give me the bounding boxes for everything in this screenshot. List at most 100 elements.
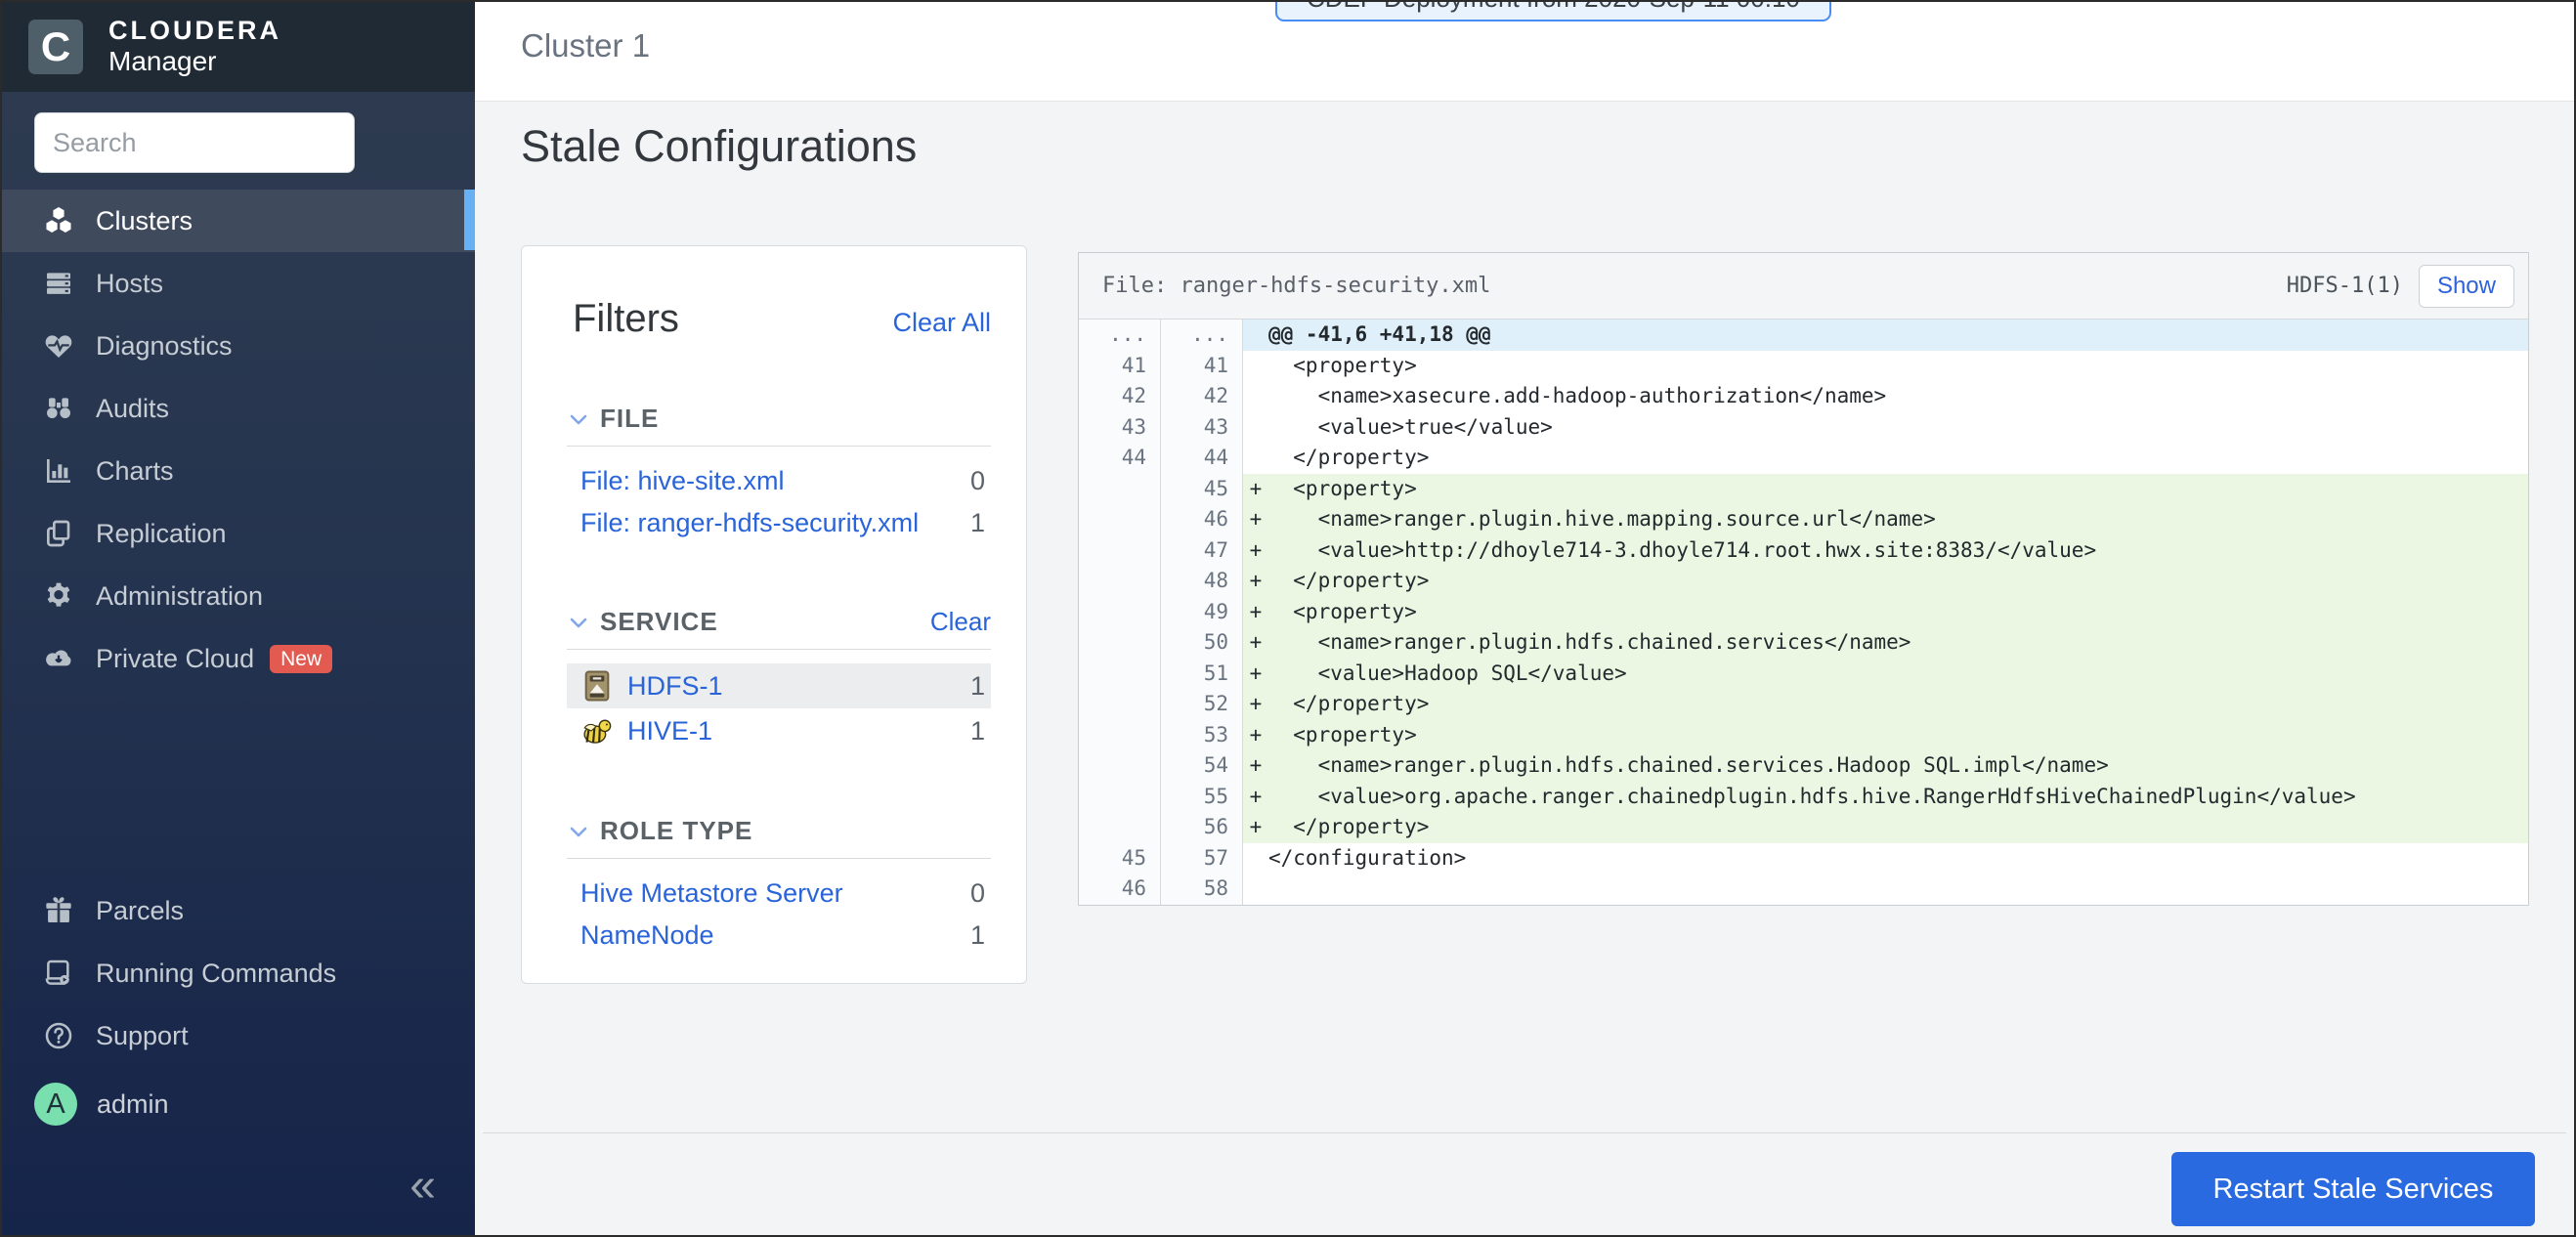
restart-stale-services-button[interactable]: Restart Stale Services	[2171, 1152, 2535, 1226]
filters-panel: Filters Clear All FILE File: hive-site.xm…	[521, 245, 1027, 984]
sidebar-item-diagnostics[interactable]: Diagnostics	[2, 315, 475, 377]
diff-scope-label: HDFS-1(1)	[2287, 274, 2403, 298]
sidebar-item-admin[interactable]: A admin	[2, 1073, 475, 1135]
clusters-icon	[41, 205, 76, 236]
filter-section-title: FILE	[600, 404, 991, 434]
old-line-number: 41	[1079, 351, 1161, 382]
filter-item-namenode[interactable]: NameNode1	[567, 915, 991, 957]
filter-count: 1	[970, 920, 985, 951]
sidebar-item-label: Running Commands	[96, 959, 336, 989]
old-line-number: 42	[1079, 381, 1161, 412]
charts-icon	[41, 455, 76, 487]
filter-link[interactable]: NameNode	[580, 920, 970, 951]
new-line-number: 58	[1161, 874, 1243, 905]
sidebar-item-replication[interactable]: Replication	[2, 502, 475, 565]
diff-line-content: + <name>ranger.plugin.hdfs.chained.servi…	[1243, 627, 2528, 659]
diff-line-content: + </property>	[1243, 689, 2528, 720]
filter-link[interactable]: Hive Metastore Server	[580, 878, 970, 909]
new-line-number: ...	[1161, 320, 1243, 351]
diff-header: File: ranger-hdfs-security.xml HDFS-1(1)…	[1079, 253, 2528, 320]
audits-icon	[41, 393, 76, 424]
sidebar-item-label: Audits	[96, 394, 169, 424]
brand-name: CLOUDERA	[108, 16, 281, 46]
diff-line-content: + <property>	[1243, 474, 2528, 505]
new-line-number: 49	[1161, 597, 1243, 628]
new-line-number: 45	[1161, 474, 1243, 505]
sidebar-item-audits[interactable]: Audits	[2, 377, 475, 440]
diff-line-content: + <value>Hadoop SQL</value>	[1243, 659, 2528, 690]
sidebar-item-parcels[interactable]: Parcels	[2, 879, 475, 942]
diff-row: 4557</configuration>	[1079, 843, 2528, 874]
diff-line-content	[1243, 874, 2528, 905]
filter-link[interactable]: File: ranger-hdfs-security.xml	[580, 508, 970, 538]
filter-item-hive-metastore-server[interactable]: Hive Metastore Server0	[567, 873, 991, 915]
clear-all-link[interactable]: Clear All	[892, 308, 991, 338]
cloudera-logo-icon[interactable]: C	[28, 20, 83, 74]
new-line-number: 52	[1161, 689, 1243, 720]
diff-row: 4343 <value>true</value>	[1079, 412, 2528, 444]
old-line-number: ...	[1079, 320, 1161, 351]
clear-link[interactable]: Clear	[930, 607, 991, 637]
new-line-number: 47	[1161, 535, 1243, 567]
diff-row: 45+ <property>	[1079, 474, 2528, 505]
admin-username: admin	[97, 1089, 169, 1120]
sidebar-item-private-cloud[interactable]: Private CloudNew	[2, 627, 475, 690]
filter-item-file-ranger-hdfs-security-xml[interactable]: File: ranger-hdfs-security.xml1	[567, 502, 991, 544]
sidebar-scrollbar-thumb[interactable]	[464, 190, 475, 250]
new-line-number: 50	[1161, 627, 1243, 659]
sidebar-item-administration[interactable]: Administration	[2, 565, 475, 627]
diff-row: 4141 <property>	[1079, 351, 2528, 382]
diff-line-content: + </property>	[1243, 812, 2528, 843]
search-input[interactable]	[34, 112, 355, 173]
chevron-down-icon[interactable]	[567, 407, 590, 431]
filters-title: Filters	[573, 297, 679, 341]
top-bar: Cluster 1 CDEP Deployment from 2020-Sep-…	[475, 2, 2574, 102]
sidebar-item-charts[interactable]: Charts	[2, 440, 475, 502]
sidebar-item-hosts[interactable]: Hosts	[2, 252, 475, 315]
sidebar: C CLOUDERA Manager ClustersHostsDiagnost…	[2, 2, 475, 1235]
diff-row: ......@@ -41,6 +41,18 @@	[1079, 320, 2528, 351]
chevron-down-icon[interactable]	[567, 820, 590, 843]
logo-letter: C	[41, 23, 70, 70]
sidebar-item-running-commands[interactable]: Running Commands	[2, 942, 475, 1004]
cluster-title: Cluster 1	[521, 27, 650, 64]
cloudera-manager-window: C CLOUDERA Manager ClustersHostsDiagnost…	[0, 0, 2576, 1237]
diff-row: 48+ </property>	[1079, 566, 2528, 597]
filter-count: 1	[970, 508, 985, 538]
old-line-number	[1079, 782, 1161, 813]
deployment-banner-text: CDEP Deployment from 2020-Sep-11 00:10	[1307, 0, 1800, 20]
filter-count: 1	[970, 671, 985, 702]
diff-line-content: @@ -41,6 +41,18 @@	[1243, 320, 2528, 351]
filter-link[interactable]: HIVE-1	[627, 716, 970, 746]
new-line-number: 42	[1161, 381, 1243, 412]
administration-icon	[41, 580, 76, 612]
diff-body: ......@@ -41,6 +41,18 @@4141 <property>4…	[1079, 320, 2528, 905]
diff-row: 4658	[1079, 874, 2528, 905]
diagnostics-icon	[41, 330, 76, 362]
sidebar-item-support[interactable]: Support	[2, 1004, 475, 1067]
sidebar-collapse-button[interactable]: «	[409, 1163, 436, 1210]
chevron-down-icon[interactable]	[567, 611, 590, 634]
old-line-number	[1079, 720, 1161, 751]
new-line-number: 41	[1161, 351, 1243, 382]
page-title: Stale Configurations	[475, 102, 2574, 172]
diff-row: 4242 <name>xasecure.add-hadoop-authoriza…	[1079, 381, 2528, 412]
old-line-number: 46	[1079, 874, 1161, 905]
new-line-number: 51	[1161, 659, 1243, 690]
show-button[interactable]: Show	[2419, 265, 2514, 308]
brand-product: Manager	[108, 46, 281, 77]
sidebar-item-clusters[interactable]: Clusters	[2, 190, 475, 252]
filter-link[interactable]: HDFS-1	[627, 671, 970, 702]
filter-item-hive-1[interactable]: HIVE-11	[567, 708, 991, 753]
sidebar-bottom-nav: Parcels Running Commands Support	[2, 879, 475, 1067]
old-line-number: 44	[1079, 443, 1161, 474]
old-line-number	[1079, 689, 1161, 720]
deployment-banner[interactable]: CDEP Deployment from 2020-Sep-11 00:10	[1275, 0, 1831, 21]
new-line-number: 44	[1161, 443, 1243, 474]
diff-row: 50+ <name>ranger.plugin.hdfs.chained.ser…	[1079, 627, 2528, 659]
diff-file-label: File: ranger-hdfs-security.xml	[1102, 274, 2287, 298]
main-area: Cluster 1 CDEP Deployment from 2020-Sep-…	[475, 2, 2574, 1235]
filter-link[interactable]: File: hive-site.xml	[580, 466, 970, 496]
filter-item-file-hive-site-xml[interactable]: File: hive-site.xml0	[567, 460, 991, 502]
filter-item-hdfs-1[interactable]: HDFS-11	[567, 663, 991, 708]
